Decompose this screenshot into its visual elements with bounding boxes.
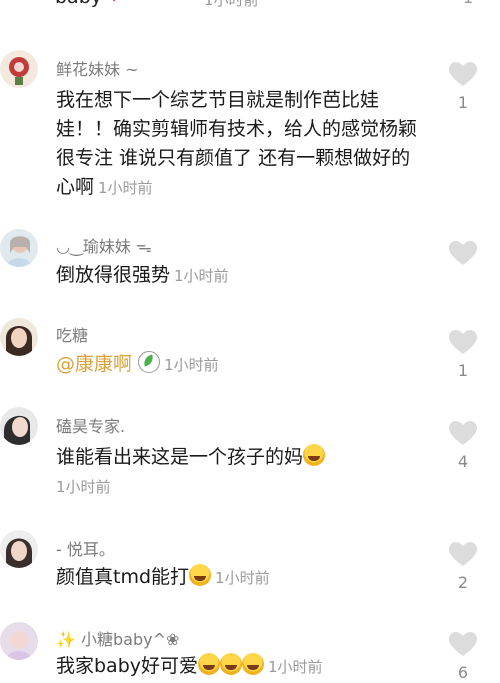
like-count: 1 [457,361,469,380]
comment-item: 鲜花妹妹 ~ 我在想下一个综艺节目就是制作芭比娃娃！！确实剪辑师有技术，给人的感… [0,50,500,200]
comment-text: baby [55,0,102,8]
heart-outline-icon [449,330,477,354]
comment-text: 我家baby好可爱 [56,655,199,677]
comment-timestamp: 1小时前 [268,658,323,676]
avatar[interactable] [0,50,38,88]
comment-timestamp: 1小时前 [204,0,259,9]
pleading-emoji-icon [242,653,265,675]
pleading-emoji-icon [198,653,221,675]
like-count: 1 [457,93,469,112]
leaf-emoji-icon [138,351,161,373]
avatar[interactable] [0,530,38,568]
like-count: 6 [457,663,469,682]
avatar[interactable] [0,407,38,445]
avatar[interactable] [0,229,38,267]
comment-body: 我家baby好可爱 1小时前 [56,652,436,682]
comment-item: ✨ 小糖baby^❀ 我家baby好可爱 1小时前 6 [0,622,500,683]
username[interactable]: 磕昊专家. [56,413,125,437]
comment-body: 倒放得很强势 1小时前 [56,261,418,291]
heart-outline-icon [449,62,477,86]
heart-emoji-icon: ❤ [107,0,121,8]
comment-body: 谁能看出来这是一个孩子的妈 1小时前 [56,443,386,502]
like-button[interactable]: 4 [448,421,478,471]
like-button[interactable]: 1 [448,62,478,112]
laugh-cry-emoji-icon [303,444,326,466]
comment-item: ◡‿瑜妹妹 ᯓ 倒放得很强势 1小时前 [0,229,500,299]
username[interactable]: ✨ 小糖baby^❀ [56,626,179,650]
partial-comment-top: baby ❤ 1小时前 1 [55,0,485,14]
comment-timestamp: 1小时前 [56,478,111,496]
comment-body: 我在想下一个综艺节目就是制作芭比娃娃！！确实剪辑师有技术，给人的感觉杨颖很专注 … [56,86,418,203]
username[interactable]: 吃糖 [56,322,88,346]
pleading-emoji-icon [220,653,243,675]
comment-text: 颜值真tmd能打 [56,566,190,588]
username[interactable]: ◡‿瑜妹妹 ᯓ [56,233,152,257]
like-count: 4 [457,452,469,471]
comment-body: 颜值真tmd能打 1小时前 [56,563,418,593]
heart-outline-icon [449,632,477,656]
comment-timestamp: 1小时前 [98,179,153,197]
comment-timestamp: 1小时前 [174,267,229,285]
like-button[interactable]: 2 [448,542,478,592]
comment-timestamp: 1小时前 [164,356,219,374]
like-count: 1 [463,0,473,7]
avatar[interactable] [0,318,38,356]
comment-text: 倒放得很强势 [56,264,171,286]
comment-item: 吃糖 @康康啊 1小时前 1 [0,318,500,388]
comment-timestamp: 1小时前 [215,569,270,587]
heart-outline-icon [449,542,477,566]
comment-item: 磕昊专家. 谁能看出来这是一个孩子的妈 1小时前 4 [0,407,500,507]
avatar[interactable] [0,622,38,660]
username[interactable]: - 悦耳。 [56,536,115,560]
username[interactable]: 鲜花妹妹 ~ [56,56,139,80]
mention-link[interactable]: @康康啊 [56,353,132,375]
heart-outline-icon [449,421,477,445]
laugh-cry-emoji-icon [189,564,212,586]
like-button[interactable]: 6 [448,632,478,682]
like-button[interactable] [448,241,478,272]
comment-text: 谁能看出来这是一个孩子的妈 [56,446,304,468]
comment-body: @康康啊 1小时前 [56,350,418,380]
like-button[interactable]: 1 [448,330,478,380]
like-count: 2 [457,573,469,592]
heart-outline-icon [449,241,477,265]
comment-item: - 悦耳。 颜值真tmd能打 1小时前 2 [0,530,500,600]
